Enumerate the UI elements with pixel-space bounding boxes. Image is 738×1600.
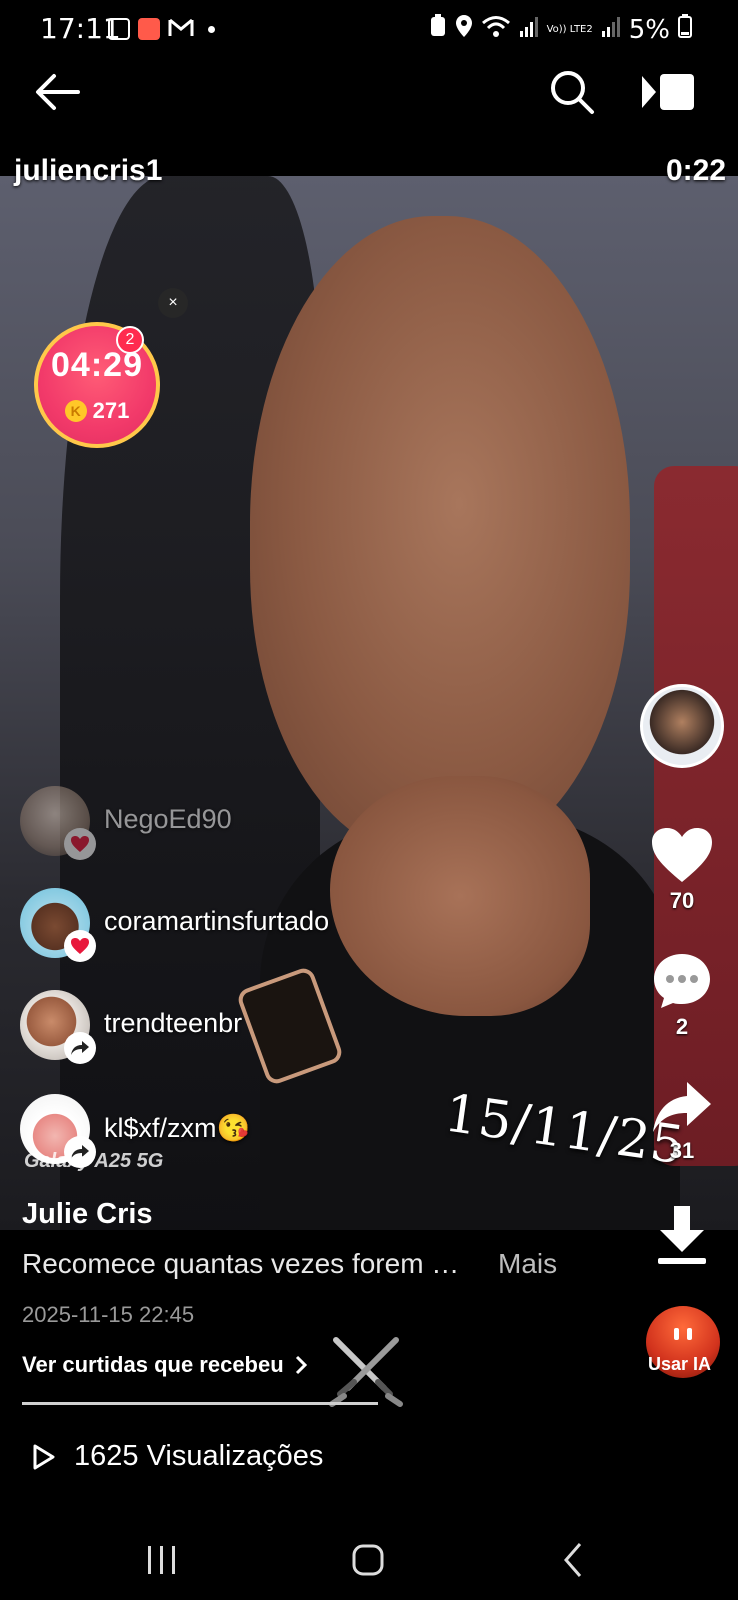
recent-apps-button[interactable] [132, 1538, 192, 1582]
timer-coins: K 271 [38, 398, 156, 424]
video-duration: 0:22 [665, 154, 726, 187]
location-icon [455, 14, 473, 45]
coin-count: 271 [92, 398, 130, 423]
post-caption[interactable]: Recomece quantas vezes forem … [22, 1248, 459, 1280]
comment-button[interactable]: 2 [646, 952, 718, 1040]
kwai-icon [138, 18, 160, 40]
coin-icon: K [64, 400, 87, 422]
recent-apps-icon [148, 1546, 175, 1574]
share-arrow-icon [653, 1082, 711, 1132]
post-date: 2025-11-15 22:45 [22, 1302, 195, 1327]
feed-item[interactable]: coramartinsfurtado [20, 888, 440, 962]
timer-badge: 2 [116, 326, 144, 354]
view-count: 1625 Visualizações [32, 1440, 323, 1473]
author-name[interactable]: Julie Cris [22, 1198, 153, 1231]
notification-icons [108, 16, 215, 42]
picture-in-picture-icon [642, 74, 694, 110]
heart-icon [652, 828, 712, 882]
like-button[interactable]: 70 [646, 826, 718, 914]
gallery-icon [108, 18, 130, 40]
download-button[interactable] [646, 1204, 718, 1266]
system-navigation-bar [0, 1520, 738, 1600]
share-icon [64, 1032, 96, 1064]
video-frame-face [250, 216, 630, 856]
status-bar: 17:11 Vo)) LTE2 5% [0, 0, 738, 56]
share-button[interactable]: 31 [646, 1080, 718, 1164]
author-avatar[interactable] [640, 684, 724, 768]
timer-countdown: 04:29 [51, 346, 143, 384]
chevron-left-icon [564, 1543, 582, 1577]
network-label: Vo)) LTE2 [546, 23, 593, 35]
video-frame-phone [654, 466, 738, 1166]
use-ai-label: Usar IA [648, 1354, 712, 1374]
feed-user-name: NegoEd90 [104, 804, 232, 834]
video-progress-bar[interactable] [22, 1402, 378, 1405]
system-status-icons: Vo)) LTE2 5% [429, 14, 692, 45]
received-likes-label: Ver curtidas que recebeu [22, 1352, 284, 1377]
search-icon [551, 71, 594, 114]
received-likes-link[interactable]: Ver curtidas que recebeu [22, 1352, 308, 1378]
wifi-icon [481, 14, 511, 45]
home-icon [352, 1544, 384, 1576]
view-count-label: 1625 Visualizações [74, 1440, 324, 1472]
video-progress-fill [22, 1402, 378, 1405]
more-button[interactable]: Mais [498, 1248, 557, 1280]
crossed-swords-icon [326, 1332, 406, 1408]
comment-count: 2 [675, 1014, 689, 1039]
play-icon [33, 1444, 55, 1469]
close-icon: × [168, 294, 178, 311]
more-notifications-dot [208, 25, 215, 33]
system-back-button[interactable] [544, 1538, 604, 1582]
feed-user-name: kl$xf/zxm😘 [104, 1113, 251, 1143]
search-button[interactable] [544, 64, 600, 120]
like-count: 70 [669, 888, 695, 913]
gmail-icon [168, 16, 194, 42]
device-watermark: Galaxy A25 5G [24, 1150, 164, 1172]
feed-item[interactable]: trendteenbr [20, 990, 440, 1064]
heart-icon [64, 828, 96, 860]
share-count: 31 [669, 1138, 695, 1163]
top-nav [0, 56, 738, 146]
battery-icon [678, 14, 692, 45]
home-button[interactable] [338, 1538, 398, 1582]
timer-close-button[interactable]: × [158, 288, 188, 318]
download-icon [658, 1206, 706, 1264]
chevron-right-icon [295, 1355, 307, 1375]
heart-icon [64, 930, 96, 962]
arrow-left-icon [36, 74, 80, 110]
signal-icon-1 [519, 15, 539, 45]
comment-icon [654, 954, 710, 1008]
feed-item[interactable]: NegoEd90 [20, 786, 440, 860]
signal-icon-2 [601, 15, 621, 45]
back-button[interactable] [30, 64, 86, 120]
uploader-handle[interactable]: juliencris1 [14, 154, 162, 188]
mini-player-button[interactable] [636, 64, 700, 120]
feed-user-name: coramartinsfurtado [104, 906, 330, 936]
battery-saver-icon [429, 14, 447, 45]
battery-level: 5% [628, 14, 670, 45]
feed-user-name: trendteenbr [104, 1008, 243, 1038]
